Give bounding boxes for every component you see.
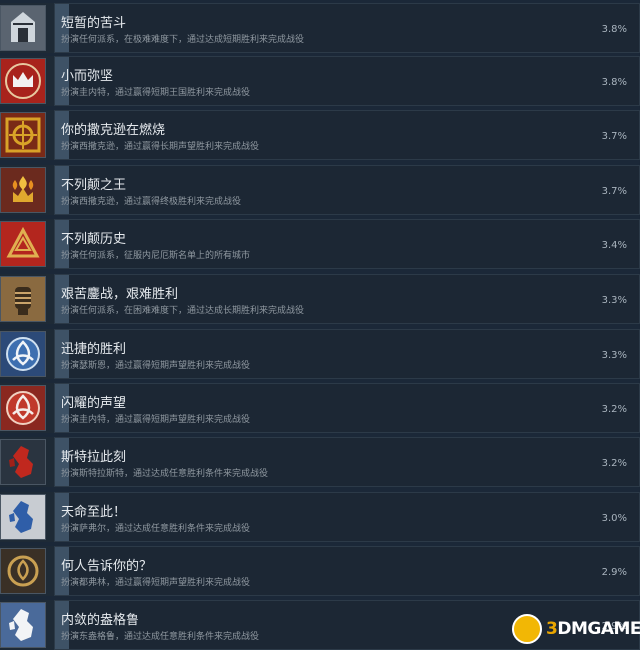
achievement-row[interactable]: 艰苦鏖战，艰难胜利扮演任何派系，在困难难度下，通过达成长期胜利来完成战役 3.3% [0,274,640,324]
britain-map-red-icon [0,439,46,485]
achievement-description: 扮演斯特拉斯特，通过达成任意胜利条件来完成战役 [61,469,269,479]
britain-map-blue-icon [0,494,46,540]
achievement-title: 艰苦鏖战，艰难胜利 [61,287,179,302]
achievement-title: 斯特拉此刻 [61,450,127,465]
unlock-percent: 3.0% [601,513,627,524]
achievement-card: 你的撒克逊在燃烧扮演西撒克逊，通过赢得长期声望胜利来完成战役 3.7% [54,110,640,160]
achievement-description: 扮演西撒克逊，通过赢得终极胜利来完成战役 [61,197,242,207]
achievement-card: 艰苦鏖战，艰难胜利扮演任何派系，在困难难度下，通过达成长期胜利来完成战役 3.3% [54,274,640,324]
achievement-title: 内敛的盎格鲁 [61,613,140,628]
achievement-card: 不列颠之王扮演西撒克逊，通过赢得终极胜利来完成战役 3.7% [54,165,640,215]
achievement-description: 扮演都弗林，通过赢得短期声望胜利来完成战役 [61,578,251,588]
achievement-row[interactable]: 短暂的苦斗扮演任何派系，在极难难度下，通过达成短期胜利来完成战役 3.8% [0,3,640,53]
achievement-card: 迅捷的胜利扮演瑟斯恩，通过赢得短期声望胜利来完成战役 3.3% [54,329,640,379]
achievement-description: 扮演西撒克逊，通过赢得长期声望胜利来完成战役 [61,142,260,152]
achievement-card: 不列颠历史扮演任何派系，征服内尼厄斯名单上的所有城市 3.4% [54,219,640,269]
watermark-text: 3DMGAME [546,619,640,639]
castle-gate-icon [0,5,46,51]
achievement-title: 不列颠历史 [61,232,127,247]
unlock-percent: 3.3% [601,350,627,361]
achievement-title: 你的撒克逊在燃烧 [61,123,166,138]
britain-map-white-icon [0,602,46,648]
achievement-row[interactable]: 你的撒克逊在燃烧扮演西撒克逊，通过赢得长期声望胜利来完成战役 3.7% [0,110,640,160]
achievement-title: 短暂的苦斗 [61,16,127,31]
achievement-row[interactable]: 天命至此！ 扮演萨弗尔，通过达成任意胜利条件来完成战役 3.0% [0,492,640,542]
achievement-description: 扮演任何派系，在困难难度下，通过达成长期胜利来完成战役 [61,306,305,316]
achievement-card: 小而弥坚扮演圭内特，通过赢得短期王国胜利来完成战役 3.8% [54,56,640,106]
achievement-title: 天命至此！ [61,505,127,520]
achievement-card: 闪耀的声望扮演圭内特，通过赢得短期声望胜利来完成战役 3.2% [54,383,640,433]
achievement-description: 扮演任何派系，征服内尼厄斯名单上的所有城市 [61,251,251,261]
achievement-row[interactable]: 小而弥坚扮演圭内特，通过赢得短期王国胜利来完成战役 3.8% [0,56,640,106]
achievement-row[interactable]: 何人告诉你的？ 扮演都弗林，通过赢得短期声望胜利来完成战役 2.9% [0,546,640,596]
achievement-card: 天命至此！ 扮演萨弗尔，通过达成任意胜利条件来完成战役 3.0% [54,492,640,542]
flaming-crown-icon [0,167,46,213]
unlock-percent: 3.8% [601,77,627,88]
achievement-row[interactable]: 斯特拉此刻扮演斯特拉斯特，通过达成任意胜利条件来完成战役 3.2% [0,437,640,487]
achievement-title: 何人告诉你的？ [61,559,153,574]
achievement-list: 短暂的苦斗 扮演任何派系，在极难难度下，通过达成短期胜利来完成战役 3.8% 小而弥坚… [0,0,640,650]
achievement-description: 扮演圭内特，通过赢得短期声望胜利来完成战役 [61,415,251,425]
watermark-logo: 3DMGAME [512,612,640,644]
unlock-percent: 3.7% [601,186,627,197]
achievement-row[interactable]: 不列颠历史扮演任何派系，征服内尼厄斯名单上的所有城市 3.4% [0,219,640,269]
achievement-title: 不列颠之王 [61,178,127,193]
watermark-prefix: 3 [546,619,558,639]
achievement-title: 闪耀的声望 [61,396,127,411]
achievement-row[interactable]: 闪耀的声望扮演圭内特，通过赢得短期声望胜利来完成战役 3.2% [0,383,640,433]
unlock-percent: 3.7% [601,131,627,142]
celtic-knot-icon [0,112,46,158]
watermark-name: DMGAME [557,619,640,639]
achievement-title: 小而弥坚 [61,69,114,84]
unlock-percent: 2.9% [601,567,627,578]
unlock-percent: 3.4% [601,240,627,251]
achievement-card: 斯特拉此刻扮演斯特拉斯特，通过达成任意胜利条件来完成战役 3.2% [54,437,640,487]
achievement-description: 扮演任何派系，在极难难度下，通过达成短期胜利来完成战役 [61,35,305,45]
achievement-title: 迅捷的胜利 [61,342,127,357]
achievement-description: 扮演瑟斯恩，通过赢得短期声望胜利来完成战役 [61,361,251,371]
achievement-card: 短暂的苦斗扮演任何派系，在极难难度下，通过达成短期胜利来完成战役 3.8% [54,3,640,53]
achievement-row[interactable]: 不列颠之王扮演西撒克逊，通过赢得终极胜利来完成战役 3.7% [0,165,640,215]
unlock-percent: 3.3% [601,295,627,306]
armored-fist-icon [0,276,46,322]
unlock-percent: 3.8% [601,24,627,35]
knot-circle-icon [0,548,46,594]
crown-icon [0,58,46,104]
triquetra-blue-icon [0,331,46,377]
triangle-knot-icon [0,221,46,267]
achievement-description: 扮演东盎格鲁，通过达成任意胜利条件来完成战役 [61,632,260,642]
unlock-percent: 3.2% [601,458,627,469]
achievement-row[interactable]: 迅捷的胜利扮演瑟斯恩，通过赢得短期声望胜利来完成战役 3.3% [0,329,640,379]
achievement-description: 扮演萨弗尔，通过达成任意胜利条件来完成战役 [61,524,251,534]
achievement-description: 扮演圭内特，通过赢得短期王国胜利来完成战役 [61,88,251,98]
watermark-mascot-icon [512,614,542,644]
triquetra-red-icon [0,385,46,431]
unlock-percent: 3.2% [601,404,627,415]
achievement-card: 何人告诉你的？ 扮演都弗林，通过赢得短期声望胜利来完成战役 2.9% [54,546,640,596]
